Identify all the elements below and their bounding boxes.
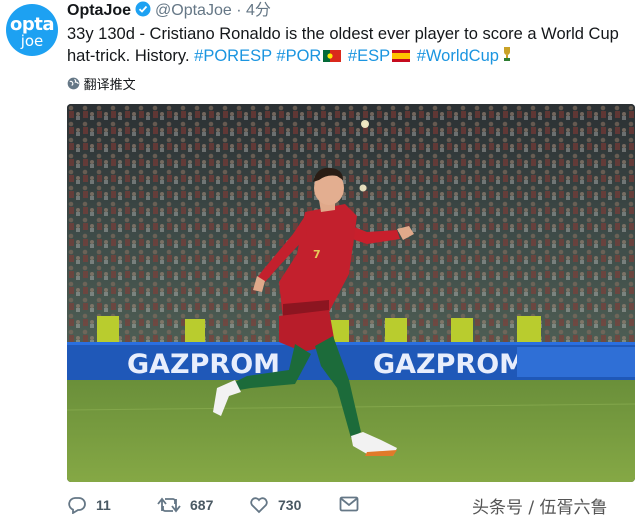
verified-badge-icon: [135, 1, 151, 17]
translate-label: 翻译推文: [83, 77, 136, 92]
direct-message-button[interactable]: [339, 496, 359, 512]
tweet-photo[interactable]: GAZPROM GAZPROM 7: [67, 104, 635, 482]
author-handle[interactable]: @OptaJoe: [155, 2, 232, 19]
hashtag-worldcup[interactable]: #WorldCup: [417, 47, 499, 65]
retweet-button[interactable]: 687: [157, 496, 213, 514]
separator-dot: ·: [236, 2, 242, 19]
reply-count: 11: [96, 497, 111, 513]
celebration-photo-illustration: GAZPROM GAZPROM 7: [67, 104, 635, 482]
tweet-actions: 11 687 730: [67, 496, 387, 520]
envelope-icon: [339, 496, 359, 512]
tweet-text: 33y 130d - Cristiano Ronaldo is the olde…: [67, 23, 632, 67]
portugal-flag-icon: [323, 50, 342, 62]
watermark-text: 头条号 / 伍胥六鲁: [472, 498, 608, 518]
reply-icon: [68, 497, 86, 514]
world-cup-trophy-icon: [503, 47, 510, 61]
tweet-timestamp[interactable]: 4分: [246, 2, 271, 19]
translate-tweet-link[interactable]: 翻译推文: [67, 74, 136, 93]
retweet-count: 687: [190, 497, 214, 513]
like-button[interactable]: 730: [249, 496, 301, 514]
hashtag-poresp[interactable]: #PORESP: [194, 47, 272, 65]
spain-flag-icon: [392, 50, 411, 62]
author-name[interactable]: OptaJoe: [67, 2, 131, 19]
jersey-number: 7: [313, 248, 321, 261]
avatar-line-2: joe: [20, 32, 44, 50]
tweet-body: 33y 130d - Cristiano Ronaldo is the olde…: [67, 25, 619, 65]
hashtag-por[interactable]: #POR: [276, 47, 321, 65]
like-count: 730: [278, 497, 302, 513]
reply-button[interactable]: 11: [67, 496, 111, 514]
tweet-header: OptaJoe @OptaJoe · 4分: [67, 1, 271, 20]
author-avatar[interactable]: opta joe: [6, 4, 58, 56]
banner-text-center: GAZPROM: [373, 349, 526, 380]
globe-icon: [67, 77, 80, 90]
retweet-icon: [157, 497, 181, 513]
hashtag-esp[interactable]: #ESP: [348, 47, 390, 65]
heart-icon: [250, 497, 268, 514]
